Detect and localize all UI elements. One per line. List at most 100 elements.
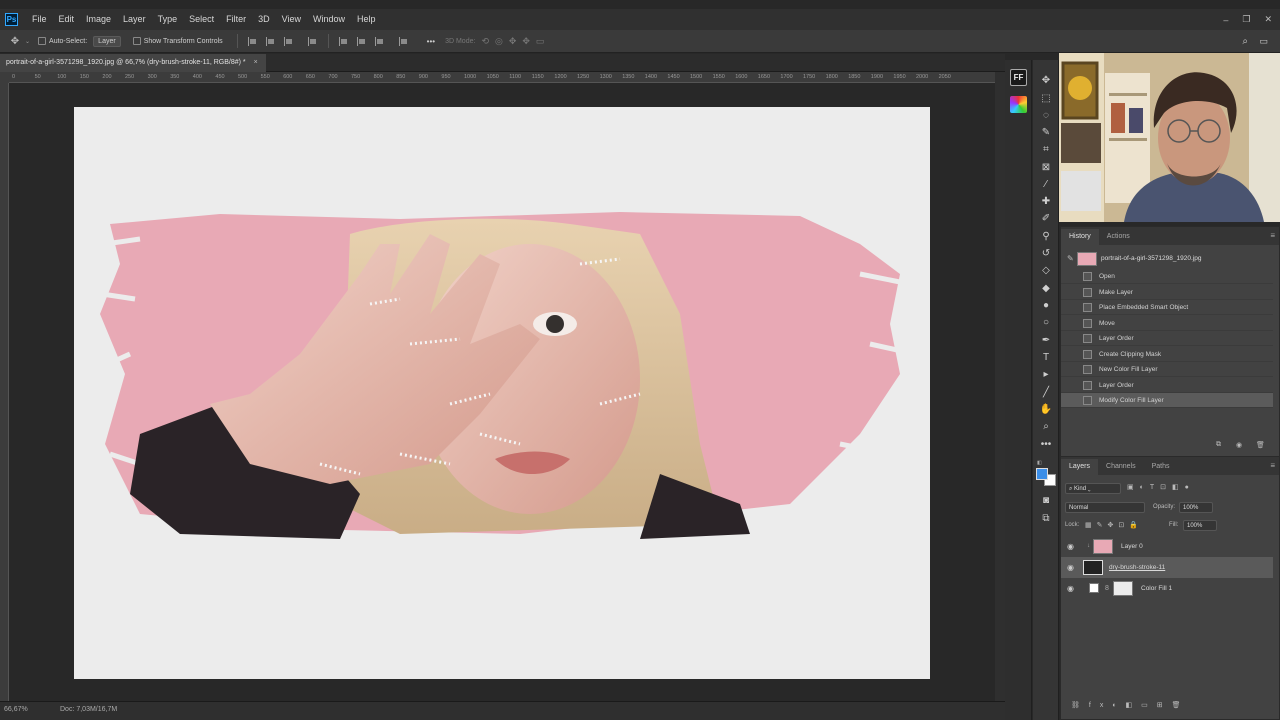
- crop-tool-icon[interactable]: ⌗: [1033, 141, 1059, 157]
- workspace-icon[interactable]: ▭: [1259, 36, 1268, 47]
- menu-image[interactable]: Image: [80, 9, 117, 30]
- menu-filter[interactable]: Filter: [220, 9, 252, 30]
- panel-menu-icon[interactable]: ≡: [1270, 231, 1275, 240]
- visibility-eye-icon[interactable]: ◉: [1067, 536, 1074, 557]
- new-document-from-state-icon[interactable]: ⧉: [1216, 441, 1221, 449]
- tab-channels[interactable]: Channels: [1098, 459, 1144, 475]
- transform-controls-checkbox[interactable]: [132, 37, 141, 45]
- layer-row[interactable]: ◉ ↓ Layer 0: [1061, 536, 1273, 557]
- more-options-icon[interactable]: •••: [427, 37, 435, 46]
- align-bottom-icon[interactable]: [374, 36, 385, 46]
- tab-paths[interactable]: Paths: [1144, 459, 1178, 475]
- document-size[interactable]: Doc: 7,03M/16,7M: [60, 706, 117, 713]
- document-canvas[interactable]: [74, 107, 930, 679]
- opacity-field[interactable]: 100%: [1179, 502, 1213, 513]
- blur-tool-icon[interactable]: ●: [1033, 297, 1059, 313]
- hand-tool-icon[interactable]: ✋: [1033, 401, 1059, 417]
- menu-select[interactable]: Select: [183, 9, 220, 30]
- screen-mode-icon[interactable]: ⧉: [1033, 510, 1059, 526]
- align-left-icon[interactable]: [247, 36, 258, 46]
- menu-layer[interactable]: Layer: [117, 9, 152, 30]
- quick-select-tool-icon[interactable]: ✎: [1033, 124, 1059, 140]
- healing-brush-icon[interactable]: ✚: [1033, 193, 1059, 209]
- layer-row[interactable]: ◉ 8 Color Fill 1: [1061, 578, 1273, 599]
- restore-button[interactable]: ❐: [1242, 14, 1250, 25]
- menu-type[interactable]: Type: [152, 9, 184, 30]
- panel-menu-icon[interactable]: ≡: [1270, 461, 1275, 470]
- close-tab-icon[interactable]: ×: [254, 59, 258, 66]
- layer-filter-kind-dropdown[interactable]: ⌕ Kind ⌄: [1065, 483, 1121, 494]
- zoom-level[interactable]: 66,67%: [4, 706, 28, 713]
- fill-field[interactable]: 100%: [1183, 520, 1217, 531]
- align-right-icon[interactable]: [283, 36, 294, 46]
- marquee-tool-icon[interactable]: ⬚: [1033, 90, 1059, 106]
- document-tab[interactable]: portrait-of-a-girl-3571298_1920.jpg @ 66…: [0, 54, 266, 72]
- zoom-tool-icon[interactable]: ⌕: [1033, 418, 1059, 434]
- layer-name[interactable]: dry-brush-stroke-11: [1109, 557, 1165, 578]
- tab-layers[interactable]: Layers: [1061, 459, 1099, 475]
- align-vcenter-icon[interactable]: [356, 36, 367, 46]
- visibility-eye-icon[interactable]: ◉: [1067, 578, 1074, 599]
- paint-bucket-icon[interactable]: ◆: [1033, 280, 1059, 296]
- auto-select-checkbox[interactable]: [38, 37, 47, 45]
- history-step-active[interactable]: Modify Color Fill Layer: [1061, 393, 1273, 408]
- menu-view[interactable]: View: [276, 9, 307, 30]
- quick-mask-icon[interactable]: ◙: [1033, 492, 1059, 508]
- 3d-orbit-icon[interactable]: ⟲◎✥✥▭: [481, 36, 550, 47]
- tab-actions[interactable]: Actions: [1099, 229, 1138, 245]
- layer-name[interactable]: Layer 0: [1121, 536, 1143, 557]
- vertical-scrollbar[interactable]: [995, 72, 1005, 701]
- distribute-icon[interactable]: [307, 36, 318, 46]
- frame-tool-icon[interactable]: ⊠: [1033, 159, 1059, 175]
- color-wheel-panel-icon[interactable]: [1010, 96, 1027, 113]
- more-tools-icon[interactable]: •••: [1033, 436, 1059, 452]
- menu-window[interactable]: Window: [307, 9, 351, 30]
- menu-3d[interactable]: 3D: [252, 9, 276, 30]
- align-hcenter-icon[interactable]: [265, 36, 276, 46]
- tool-preset-chevron-icon[interactable]: ⌄: [25, 38, 30, 45]
- line-tool-icon[interactable]: ╱: [1033, 384, 1059, 400]
- layer-name[interactable]: Color Fill 1: [1141, 578, 1172, 599]
- clone-stamp-icon[interactable]: ⚲: [1033, 228, 1059, 244]
- minimize-button[interactable]: –: [1223, 15, 1228, 25]
- search-icon[interactable]: ⌕: [1242, 36, 1248, 47]
- history-step[interactable]: Make Layer: [1061, 285, 1273, 300]
- history-step[interactable]: Place Embedded Smart Object: [1061, 300, 1273, 315]
- history-brush-source-icon[interactable]: ✎: [1067, 254, 1074, 263]
- path-select-icon[interactable]: ▸: [1033, 366, 1059, 382]
- menu-help[interactable]: Help: [351, 9, 382, 30]
- dodge-tool-icon[interactable]: ○: [1033, 314, 1059, 330]
- tab-history[interactable]: History: [1061, 229, 1099, 245]
- layer-footer-icons[interactable]: ⛓fx◐◧▭⊞🗑: [1071, 701, 1190, 709]
- lock-icons[interactable]: ▦✎✥⊡🔒: [1085, 521, 1143, 529]
- history-brush-icon[interactable]: ↺: [1033, 245, 1059, 261]
- pen-tool-icon[interactable]: ✒: [1033, 332, 1059, 348]
- history-step[interactable]: Create Clipping Mask: [1061, 347, 1273, 362]
- foreground-color-swatch[interactable]: [1036, 468, 1048, 480]
- move-tool-icon[interactable]: ✥: [1033, 72, 1059, 88]
- layer-filter-icons[interactable]: ▣◐T⊡◧●: [1127, 483, 1195, 491]
- move-tool-icon[interactable]: ✥: [8, 35, 22, 47]
- align-top-icon[interactable]: [338, 36, 349, 46]
- delete-state-icon[interactable]: 🗑: [1256, 441, 1265, 449]
- menu-file[interactable]: File: [26, 9, 53, 30]
- visibility-eye-icon[interactable]: ◉: [1067, 557, 1074, 578]
- plugin-panel-icon[interactable]: FF: [1010, 69, 1027, 86]
- history-step[interactable]: New Color Fill Layer: [1061, 362, 1273, 377]
- default-colors-icon[interactable]: ◧: [1037, 460, 1042, 466]
- distribute-vertical-icon[interactable]: [398, 36, 409, 46]
- auto-select-target-dropdown[interactable]: Layer: [93, 35, 121, 47]
- close-button[interactable]: ✕: [1264, 14, 1272, 25]
- lasso-tool-icon[interactable]: ◌: [1033, 107, 1059, 123]
- blend-mode-dropdown[interactable]: Normal: [1065, 502, 1145, 513]
- eraser-tool-icon[interactable]: ◇: [1033, 262, 1059, 278]
- history-step[interactable]: Layer Order: [1061, 378, 1273, 393]
- history-step[interactable]: Move: [1061, 316, 1273, 331]
- history-snapshot[interactable]: ✎ portrait-of-a-girl-3571298_1920.jpg: [1061, 249, 1273, 269]
- new-snapshot-icon[interactable]: ◉: [1236, 441, 1242, 449]
- eyedropper-tool-icon[interactable]: ⁄: [1033, 176, 1059, 192]
- menu-edit[interactable]: Edit: [53, 9, 81, 30]
- history-step[interactable]: Layer Order: [1061, 331, 1273, 346]
- history-step[interactable]: Open: [1061, 269, 1273, 284]
- brush-tool-icon[interactable]: ✐: [1033, 210, 1059, 226]
